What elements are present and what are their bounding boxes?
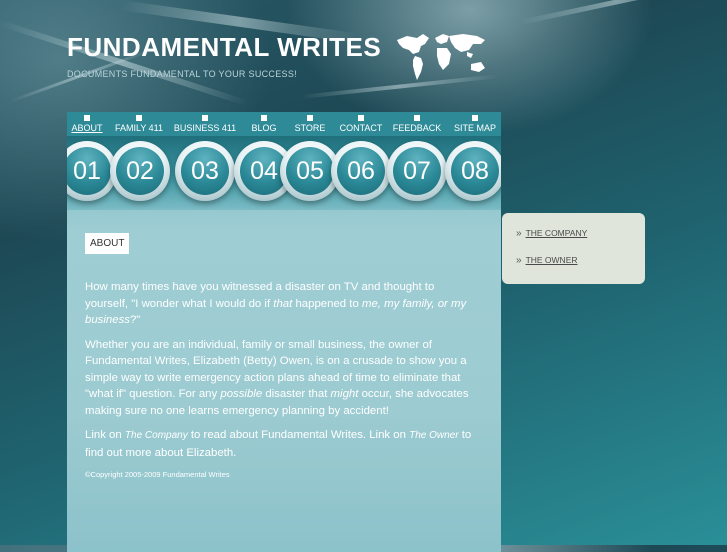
double-chevron-right-icon: » [516,228,522,239]
nav-item-store[interactable]: STORE [291,115,329,133]
text-run: Link on [85,429,125,441]
number-button-strip: 01 02 03 04 05 06 07 08 [67,136,501,210]
nav-number-button-07[interactable]: 07 [387,141,447,201]
nav-number-button-08[interactable]: 08 [445,141,501,201]
sidebar-link-label: THE COMPANY [525,228,588,238]
nav-label: BUSINESS 411 [173,123,237,133]
text-run: happened to [292,297,362,310]
nav-bar: ABOUT FAMILY 411 BUSINESS 411 BLOG STORE… [67,112,501,136]
main-content: How many times have you witnessed a disa… [85,279,475,469]
double-chevron-right-icon: » [516,255,522,266]
text-run: to read about Fundamental Writes. Link o… [187,429,410,441]
nav-bullet [414,115,420,121]
number-label: 06 [337,147,385,195]
emphasis-text: that [273,297,293,310]
number-label: 01 [67,147,111,195]
sidebar-box: » THE COMPANY » THE OWNER [502,213,645,284]
nav-number-button-06[interactable]: 06 [331,141,391,201]
sidebar-link-the-company[interactable]: » THE COMPANY [516,228,587,239]
nav-number-button-02[interactable]: 02 [110,141,170,201]
nav-bullet [472,115,478,121]
nav-label: ABOUT [71,123,103,133]
number-label: 02 [116,147,164,195]
world-map-icon [397,34,485,80]
number-label: 05 [286,147,334,195]
nav-label: FEEDBACK [392,123,442,133]
intro-paragraph: How many times have you witnessed a disa… [85,279,475,329]
emphasis-text: possible [220,388,263,400]
site-title: FUNDAMENTAL WRITES [67,32,382,62]
nav-label: STORE [294,123,326,133]
nav-number-button-03[interactable]: 03 [175,141,235,201]
nav-item-contact[interactable]: CONTACT [337,115,385,133]
text-run: ?" [129,314,141,326]
nav-item-feedback[interactable]: FEEDBACK [391,115,443,133]
the-company-reference: The Company [124,430,188,441]
nav-item-about[interactable]: ABOUT [69,115,105,133]
section-label: ABOUT [85,233,130,254]
nav-bullet [307,115,313,121]
background-streak [519,0,717,25]
nav-item-site-map[interactable]: SITE MAP [451,115,499,133]
number-label: 08 [451,147,499,195]
sidebar-link-label: THE OWNER [525,255,578,265]
nav-item-blog[interactable]: BLOG [245,115,283,133]
sidebar-link-the-owner[interactable]: » THE OWNER [516,255,578,266]
nav-bullet [202,115,208,121]
nav-label: SITE MAP [453,123,496,133]
nav-label: BLOG [251,123,277,133]
nav-bullet [136,115,142,121]
site-tagline: DOCUMENTS FUNDAMENTAL TO YOUR SUCCESS! [67,69,297,79]
nav-label: FAMILY 411 [114,123,164,133]
nav-bullet [358,115,364,121]
number-label: 07 [393,147,441,195]
the-owner-reference: The Owner [409,430,459,441]
nav-bullet [261,115,267,121]
text-run: disaster that [262,388,331,400]
links-paragraph: Link on The Company to read about Fundam… [85,427,475,461]
mission-paragraph: Whether you are an individual, family or… [85,337,475,420]
copyright-notice: ©Copyright 2005-2009 Fundamental Writes [85,470,230,479]
emphasis-text: might [330,388,359,400]
number-label: 03 [181,147,229,195]
nav-item-family-411[interactable]: FAMILY 411 [111,115,167,133]
nav-item-business-411[interactable]: BUSINESS 411 [171,115,239,133]
nav-label: CONTACT [339,123,383,133]
nav-bullet [84,115,90,121]
